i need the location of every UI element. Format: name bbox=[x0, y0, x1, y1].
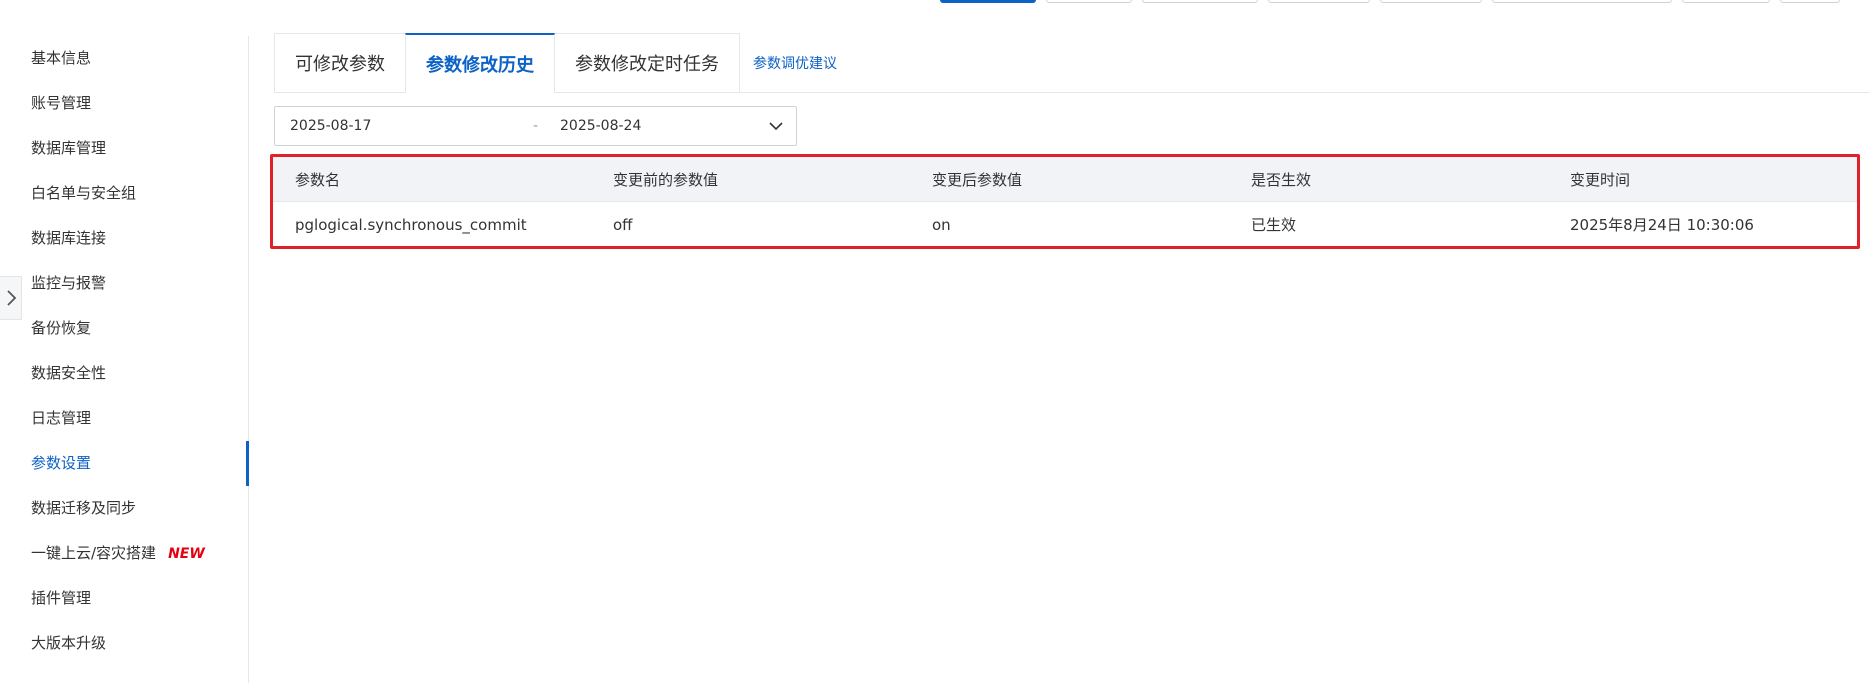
sidebar-item-major-version-upgrade[interactable]: 大版本升级 bbox=[0, 621, 248, 666]
sidebar: 基本信息 账号管理 数据库管理 白名单与安全组 数据库连接 监控与报警 备份恢复… bbox=[0, 36, 249, 683]
table-header: 参数名 变更前的参数值 变更后参数值 是否生效 变更时间 bbox=[273, 157, 1857, 202]
date-range-picker[interactable]: 2025-08-17 - 2025-08-24 bbox=[274, 106, 797, 146]
sidebar-item-parameters[interactable]: 参数设置 bbox=[0, 441, 249, 486]
cell-param-name: pglogical.synchronous_commit bbox=[295, 215, 527, 234]
tab-label: 参数修改定时任务 bbox=[575, 54, 719, 75]
toolbar-button-5[interactable] bbox=[1492, 0, 1672, 3]
sidebar-item-label: 数据迁移及同步 bbox=[31, 499, 137, 517]
cell-effective: 已生效 bbox=[1251, 216, 1297, 234]
sidebar-item-label: 参数设置 bbox=[31, 454, 92, 472]
toolbar-button-4[interactable] bbox=[1380, 0, 1482, 3]
sidebar-item-label: 数据库管理 bbox=[31, 139, 107, 157]
chevron-right-icon bbox=[6, 290, 16, 306]
sidebar-item-label: 插件管理 bbox=[31, 589, 92, 607]
toolbar-button-2[interactable] bbox=[1142, 0, 1258, 3]
sidebar-item-plugins[interactable]: 插件管理 bbox=[0, 576, 248, 621]
sidebar-item-label: 监控与报警 bbox=[31, 274, 107, 292]
sidebar-item-label: 账号管理 bbox=[31, 94, 92, 112]
param-history-table: 参数名 变更前的参数值 变更后参数值 是否生效 变更时间 pglogical.s… bbox=[270, 154, 1860, 249]
sidebar-item-label: 日志管理 bbox=[31, 409, 92, 427]
sidebar-item-monitoring-alerts[interactable]: 监控与报警 bbox=[0, 261, 248, 306]
sidebar-item-label: 大版本升级 bbox=[31, 634, 107, 652]
tab-modifiable-params[interactable]: 可修改参数 bbox=[274, 33, 406, 92]
sidebar-item-logs[interactable]: 日志管理 bbox=[0, 396, 248, 441]
sidebar-item-label: 数据库连接 bbox=[31, 229, 107, 247]
sidebar-item-label: 一键上云/容灾搭建 bbox=[31, 544, 157, 562]
top-toolbar bbox=[940, 0, 1840, 3]
new-badge: NEW bbox=[168, 546, 205, 562]
column-header-old-value: 变更前的参数值 bbox=[613, 170, 719, 189]
sidebar-item-label: 备份恢复 bbox=[31, 319, 92, 337]
toolbar-primary-button[interactable] bbox=[940, 0, 1036, 3]
toolbar-button-3[interactable] bbox=[1268, 0, 1370, 3]
chevron-down-icon[interactable] bbox=[768, 118, 784, 134]
sidebar-item-migration-sync[interactable]: 数据迁移及同步 bbox=[0, 486, 248, 531]
tab-param-history[interactable]: 参数修改历史 bbox=[405, 33, 555, 93]
column-header-change-time: 变更时间 bbox=[1570, 170, 1631, 189]
sidebar-item-whitelist-security-group[interactable]: 白名单与安全组 bbox=[0, 171, 248, 216]
toolbar-button-7[interactable] bbox=[1780, 0, 1840, 3]
cell-change-time: 2025年8月24日 10:30:06 bbox=[1570, 216, 1754, 234]
tab-bar: 可修改参数 参数修改历史 参数修改定时任务 参数调优建议 bbox=[274, 33, 1870, 93]
sidebar-item-label: 基本信息 bbox=[31, 49, 92, 67]
sidebar-item-backup-restore[interactable]: 备份恢复 bbox=[0, 306, 248, 351]
column-header-param-name: 参数名 bbox=[295, 170, 341, 189]
sidebar-item-label: 数据安全性 bbox=[31, 364, 107, 382]
sidebar-item-databases[interactable]: 数据库管理 bbox=[0, 126, 248, 171]
column-header-effective: 是否生效 bbox=[1251, 170, 1312, 189]
toolbar-button-6[interactable] bbox=[1682, 0, 1770, 3]
sidebar-item-cloud-disaster-recovery[interactable]: 一键上云/容灾搭建 NEW bbox=[0, 531, 248, 576]
sidebar-item-basic-info[interactable]: 基本信息 bbox=[0, 36, 248, 81]
main-content: 可修改参数 参数修改历史 参数修改定时任务 参数调优建议 2025-08-17 … bbox=[274, 33, 1870, 146]
date-start[interactable]: 2025-08-17 bbox=[290, 118, 371, 134]
sidebar-item-accounts[interactable]: 账号管理 bbox=[0, 81, 248, 126]
cell-new-value: on bbox=[932, 215, 951, 234]
sidebar-item-label: 白名单与安全组 bbox=[31, 184, 137, 202]
sidebar-item-db-connection[interactable]: 数据库连接 bbox=[0, 216, 248, 261]
tab-label: 参数修改历史 bbox=[426, 54, 534, 76]
cell-old-value: off bbox=[613, 215, 633, 234]
tab-scheduled-tasks[interactable]: 参数修改定时任务 bbox=[554, 33, 740, 92]
date-separator: - bbox=[533, 118, 539, 134]
tab-label: 可修改参数 bbox=[295, 54, 385, 75]
column-header-new-value: 变更后参数值 bbox=[932, 170, 1023, 189]
table-row: pglogical.synchronous_commit off on 已生效 … bbox=[273, 202, 1857, 247]
date-end[interactable]: 2025-08-24 bbox=[560, 118, 641, 134]
sidebar-item-data-security[interactable]: 数据安全性 bbox=[0, 351, 248, 396]
tuning-suggestion-link[interactable]: 参数调优建议 bbox=[753, 33, 837, 92]
toolbar-button-1[interactable] bbox=[1046, 0, 1132, 3]
sidebar-toggle[interactable] bbox=[0, 276, 22, 320]
